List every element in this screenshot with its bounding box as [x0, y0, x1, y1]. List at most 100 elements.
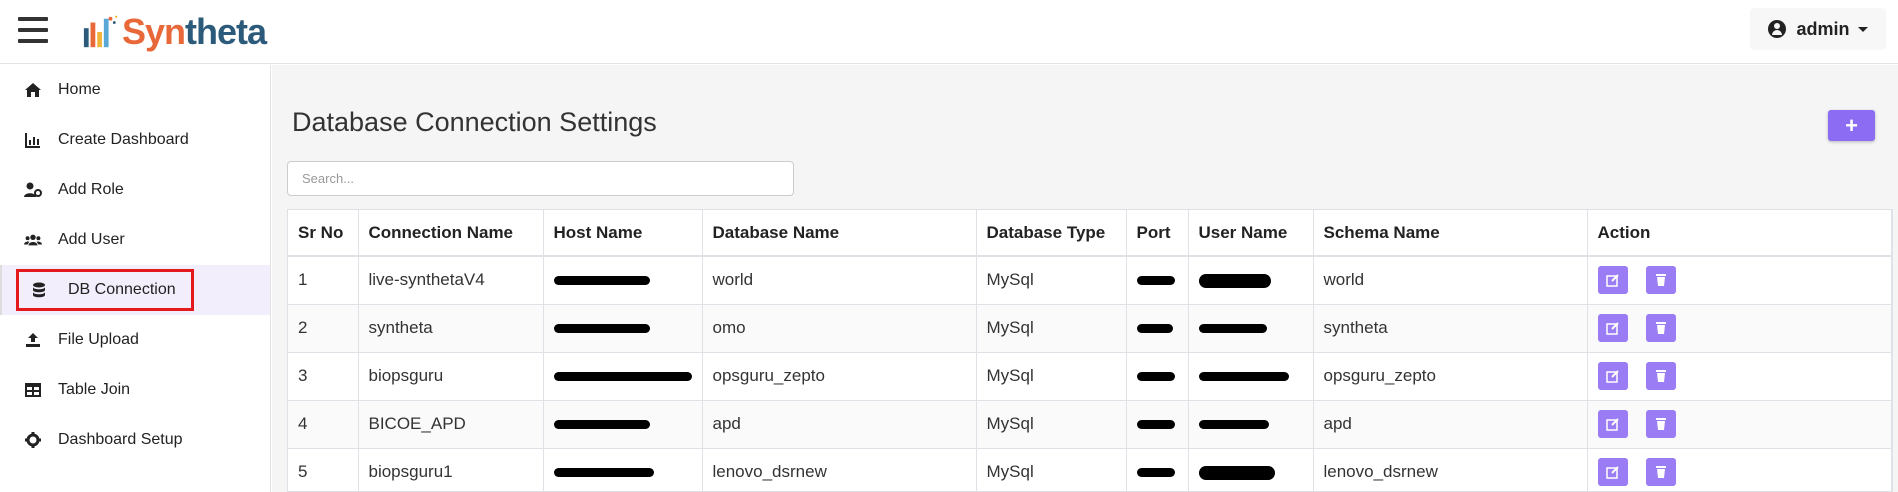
connections-table: Sr No Connection Name Host Name Database…: [287, 209, 1893, 492]
redaction-mark: [553, 372, 692, 382]
delete-button[interactable]: [1646, 362, 1677, 390]
cell-database-name: apd: [702, 400, 977, 449]
table-row: 2 syntheta omo MySql syntheta: [288, 304, 1892, 353]
cell-host-name: [543, 304, 703, 353]
user-menu-dropdown[interactable]: admin: [1750, 8, 1886, 50]
cell-host-name: [543, 352, 703, 401]
users-icon: [24, 231, 42, 249]
cell-database-name: lenovo_dsrnew: [702, 448, 977, 491]
table-icon: [24, 381, 42, 399]
cell-schema-name: syntheta: [1313, 304, 1588, 353]
user-cog-icon: [24, 181, 42, 199]
cell-connection-name: BICOE_APD: [358, 400, 544, 449]
cell-connection-name: syntheta: [358, 304, 544, 353]
delete-button[interactable]: [1646, 314, 1677, 342]
cell-action: [1587, 304, 1892, 353]
sidebar-item-dashboard-setup[interactable]: Dashboard Setup: [0, 415, 270, 465]
column-header: Action: [1587, 210, 1892, 257]
home-icon: [24, 81, 42, 99]
edit-button[interactable]: [1597, 410, 1628, 438]
cell-user-name: [1188, 304, 1314, 353]
cell-schema-name: apd: [1313, 400, 1588, 449]
column-header[interactable]: Database Name: [702, 210, 977, 257]
cell-database-type: MySql: [976, 400, 1127, 449]
sidebar-item-add-user[interactable]: Add User: [0, 215, 270, 265]
redaction-mark: [553, 420, 650, 430]
sidebar-item-file-upload[interactable]: File Upload: [0, 315, 270, 365]
plus-icon: +: [1845, 112, 1858, 138]
cell-database-type: MySql: [976, 304, 1127, 353]
column-header[interactable]: User Name: [1188, 210, 1314, 257]
trash-icon: [1656, 418, 1667, 430]
cell-host-name: [543, 256, 703, 305]
cell-user-name: [1188, 448, 1314, 491]
cell-action: [1587, 448, 1892, 491]
column-header[interactable]: Sr No: [288, 210, 359, 257]
user-circle-icon: [1768, 20, 1787, 38]
edit-button[interactable]: [1597, 362, 1628, 390]
cell-action: [1587, 256, 1892, 305]
cell-database-name: omo: [702, 304, 977, 353]
hamburger-menu-icon[interactable]: [18, 17, 48, 45]
cell-database-type: MySql: [976, 256, 1127, 305]
search-input[interactable]: [287, 161, 794, 196]
redaction-mark: [1136, 324, 1173, 334]
cell-database-name: opsguru_zepto: [702, 352, 977, 401]
add-connection-button[interactable]: +: [1828, 110, 1875, 141]
edit-button[interactable]: [1597, 266, 1628, 295]
cell-port: [1126, 400, 1189, 449]
redaction-mark: [1136, 420, 1175, 430]
column-header[interactable]: Connection Name: [358, 210, 544, 257]
cell-connection-name: live-synthetaV4: [358, 256, 544, 305]
cell-port: [1126, 304, 1189, 353]
cell-database-name: world: [702, 256, 977, 305]
delete-button[interactable]: [1646, 458, 1677, 486]
column-header[interactable]: Port: [1126, 210, 1189, 257]
sidebar-item-label: Create Dashboard: [58, 131, 189, 148]
edit-icon: [1605, 322, 1619, 335]
sidebar-item-label: Add User: [58, 231, 125, 248]
edit-icon: [1605, 466, 1619, 479]
sidebar-item-label: File Upload: [58, 331, 139, 348]
column-header[interactable]: Host Name: [543, 210, 703, 257]
cell-schema-name: lenovo_dsrnew: [1313, 448, 1588, 491]
cell-user-name: [1188, 400, 1314, 449]
table-row: 5 biopsguru1 lenovo_dsrnew MySql lenovo_…: [288, 448, 1892, 491]
sidebar-item-create-dashboard[interactable]: Create Dashboard: [0, 115, 270, 165]
cell-sr-no: 3: [288, 352, 359, 401]
syntheta-logo[interactable]: Syntheta: [82, 8, 267, 56]
sidebar-item-db-connection[interactable]: DB Connection: [0, 265, 270, 315]
trash-icon: [1656, 370, 1667, 382]
sidebar-item-label: Home: [58, 81, 101, 98]
redaction-mark: [1198, 324, 1267, 334]
edit-button[interactable]: [1597, 458, 1628, 486]
sidebar-item-add-role[interactable]: Add Role: [0, 165, 270, 215]
cell-user-name: [1188, 256, 1314, 305]
table-header-row: Sr No Connection Name Host Name Database…: [288, 210, 1892, 257]
highlight-box: [16, 269, 194, 311]
user-name: admin: [1796, 18, 1850, 39]
redaction-mark: [1136, 276, 1175, 286]
logo-text: Syntheta: [122, 11, 267, 53]
cell-schema-name: world: [1313, 256, 1588, 305]
column-header[interactable]: Database Type: [976, 210, 1127, 257]
cell-port: [1126, 256, 1189, 305]
page-title: Database Connection Settings: [292, 107, 657, 137]
sidebar-item-home[interactable]: Home: [0, 65, 270, 115]
redaction-mark: [1198, 465, 1275, 480]
top-header: Syntheta admin: [0, 0, 1898, 64]
column-header[interactable]: Schema Name: [1313, 210, 1588, 257]
trash-icon: [1656, 322, 1667, 334]
edit-button[interactable]: [1597, 314, 1628, 342]
table-row: 1 live-synthetaV4 world MySql world: [288, 256, 1892, 305]
delete-button[interactable]: [1646, 266, 1677, 295]
cell-sr-no: 1: [288, 256, 359, 305]
edit-icon: [1605, 274, 1619, 287]
gear-icon: [24, 431, 42, 449]
cell-action: [1587, 400, 1892, 449]
redaction-mark: [1198, 273, 1271, 288]
delete-button[interactable]: [1646, 410, 1677, 438]
cell-port: [1126, 448, 1189, 491]
sidebar-item-table-join[interactable]: Table Join: [0, 365, 270, 415]
redaction-mark: [1136, 468, 1175, 478]
